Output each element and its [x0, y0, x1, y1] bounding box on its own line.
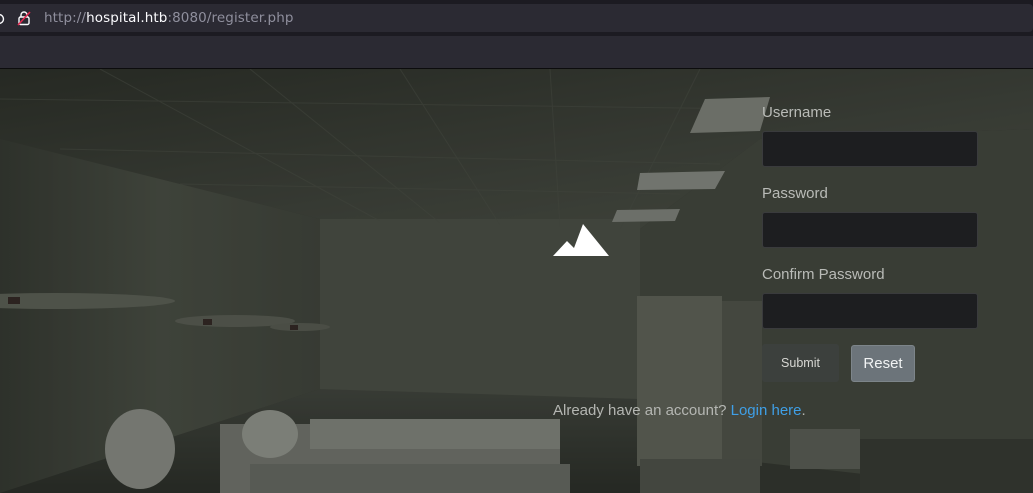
- username-input[interactable]: [762, 131, 978, 167]
- url-host: hospital.htb: [86, 10, 168, 26]
- submit-button[interactable]: Submit: [762, 344, 839, 382]
- insecure-lock-icon[interactable]: [16, 10, 32, 26]
- form-buttons: Submit Reset: [762, 344, 978, 382]
- reset-button[interactable]: Reset: [851, 344, 915, 382]
- confirm-password-input[interactable]: [762, 293, 978, 329]
- url-scheme: http://: [44, 10, 87, 26]
- register-form: Username Password Confirm Password Submi…: [762, 103, 978, 382]
- url-field[interactable]: http://hospital.htb:8080/register.php: [0, 4, 1033, 32]
- login-prompt-text: Already have an account?: [553, 402, 727, 419]
- circle-slash-icon[interactable]: [0, 11, 6, 25]
- confirm-password-label: Confirm Password: [762, 266, 885, 283]
- bookmarks-toolbar: [0, 36, 1033, 69]
- login-prompt-suffix: .: [801, 402, 806, 419]
- url-path: :8080/register.php: [167, 10, 294, 26]
- username-label: Username: [762, 104, 832, 121]
- password-input[interactable]: [762, 212, 978, 248]
- page-viewport: Username Password Confirm Password Submi…: [0, 69, 1033, 493]
- url-text[interactable]: http://hospital.htb:8080/register.php: [44, 10, 294, 26]
- password-label: Password: [762, 185, 828, 202]
- browser-url-bar-area: http://hospital.htb:8080/register.php: [0, 0, 1033, 36]
- mountain-logo-icon: [553, 224, 609, 256]
- login-prompt: Already have an account? Login here.: [553, 402, 806, 419]
- login-link[interactable]: Login here: [731, 402, 802, 419]
